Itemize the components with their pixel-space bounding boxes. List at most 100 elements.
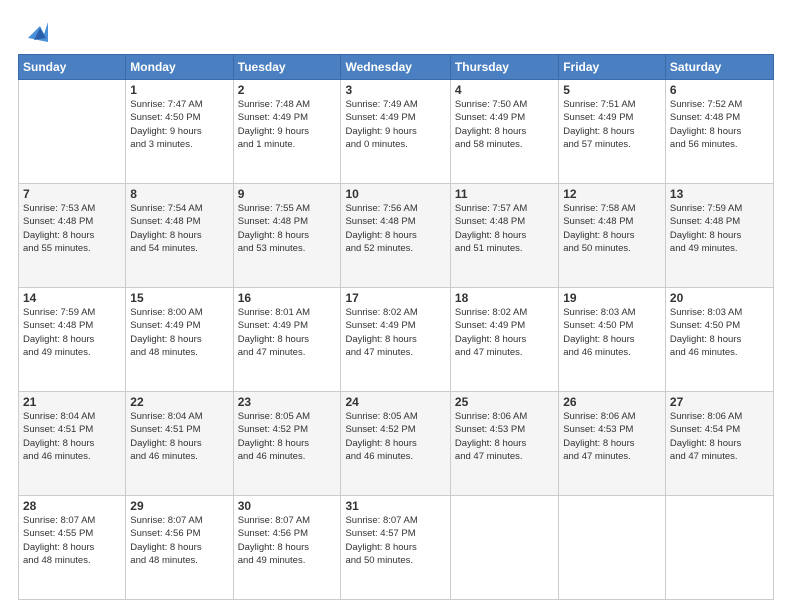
calendar-page: SundayMondayTuesdayWednesdayThursdayFrid… <box>0 0 792 612</box>
day-info: Sunrise: 8:05 AM Sunset: 4:52 PM Dayligh… <box>345 410 445 463</box>
day-info: Sunrise: 7:48 AM Sunset: 4:49 PM Dayligh… <box>238 98 337 151</box>
day-number: 18 <box>455 291 554 305</box>
day-number: 14 <box>23 291 121 305</box>
week-row-4: 21Sunrise: 8:04 AM Sunset: 4:51 PM Dayli… <box>19 392 774 496</box>
calendar-cell: 13Sunrise: 7:59 AM Sunset: 4:48 PM Dayli… <box>665 184 773 288</box>
calendar-cell: 19Sunrise: 8:03 AM Sunset: 4:50 PM Dayli… <box>559 288 666 392</box>
day-info: Sunrise: 8:07 AM Sunset: 4:55 PM Dayligh… <box>23 514 121 567</box>
day-number: 30 <box>238 499 337 513</box>
day-info: Sunrise: 7:52 AM Sunset: 4:48 PM Dayligh… <box>670 98 769 151</box>
day-number: 17 <box>345 291 445 305</box>
day-info: Sunrise: 7:56 AM Sunset: 4:48 PM Dayligh… <box>345 202 445 255</box>
calendar-cell: 31Sunrise: 8:07 AM Sunset: 4:57 PM Dayli… <box>341 496 450 600</box>
day-info: Sunrise: 7:59 AM Sunset: 4:48 PM Dayligh… <box>670 202 769 255</box>
calendar-cell: 22Sunrise: 8:04 AM Sunset: 4:51 PM Dayli… <box>126 392 233 496</box>
day-header-wednesday: Wednesday <box>341 55 450 80</box>
calendar-cell: 12Sunrise: 7:58 AM Sunset: 4:48 PM Dayli… <box>559 184 666 288</box>
calendar-cell: 27Sunrise: 8:06 AM Sunset: 4:54 PM Dayli… <box>665 392 773 496</box>
day-number: 19 <box>563 291 661 305</box>
day-info: Sunrise: 7:50 AM Sunset: 4:49 PM Dayligh… <box>455 98 554 151</box>
day-number: 23 <box>238 395 337 409</box>
day-number: 11 <box>455 187 554 201</box>
calendar-cell <box>665 496 773 600</box>
header <box>18 18 774 46</box>
calendar-cell: 23Sunrise: 8:05 AM Sunset: 4:52 PM Dayli… <box>233 392 341 496</box>
day-number: 15 <box>130 291 228 305</box>
day-number: 27 <box>670 395 769 409</box>
week-row-5: 28Sunrise: 8:07 AM Sunset: 4:55 PM Dayli… <box>19 496 774 600</box>
logo-icon <box>20 18 48 46</box>
day-info: Sunrise: 7:47 AM Sunset: 4:50 PM Dayligh… <box>130 98 228 151</box>
week-row-1: 1Sunrise: 7:47 AM Sunset: 4:50 PM Daylig… <box>19 80 774 184</box>
day-number: 21 <box>23 395 121 409</box>
calendar-cell: 6Sunrise: 7:52 AM Sunset: 4:48 PM Daylig… <box>665 80 773 184</box>
day-number: 8 <box>130 187 228 201</box>
calendar-cell: 9Sunrise: 7:55 AM Sunset: 4:48 PM Daylig… <box>233 184 341 288</box>
day-number: 7 <box>23 187 121 201</box>
day-number: 3 <box>345 83 445 97</box>
day-info: Sunrise: 8:03 AM Sunset: 4:50 PM Dayligh… <box>670 306 769 359</box>
day-number: 29 <box>130 499 228 513</box>
day-number: 22 <box>130 395 228 409</box>
calendar-cell: 11Sunrise: 7:57 AM Sunset: 4:48 PM Dayli… <box>450 184 558 288</box>
day-info: Sunrise: 7:58 AM Sunset: 4:48 PM Dayligh… <box>563 202 661 255</box>
calendar-cell: 16Sunrise: 8:01 AM Sunset: 4:49 PM Dayli… <box>233 288 341 392</box>
week-row-3: 14Sunrise: 7:59 AM Sunset: 4:48 PM Dayli… <box>19 288 774 392</box>
day-number: 20 <box>670 291 769 305</box>
day-number: 5 <box>563 83 661 97</box>
day-info: Sunrise: 8:06 AM Sunset: 4:53 PM Dayligh… <box>563 410 661 463</box>
day-number: 12 <box>563 187 661 201</box>
calendar-cell: 28Sunrise: 8:07 AM Sunset: 4:55 PM Dayli… <box>19 496 126 600</box>
day-info: Sunrise: 8:02 AM Sunset: 4:49 PM Dayligh… <box>455 306 554 359</box>
day-number: 1 <box>130 83 228 97</box>
calendar-cell: 18Sunrise: 8:02 AM Sunset: 4:49 PM Dayli… <box>450 288 558 392</box>
day-number: 28 <box>23 499 121 513</box>
day-number: 26 <box>563 395 661 409</box>
calendar-cell: 21Sunrise: 8:04 AM Sunset: 4:51 PM Dayli… <box>19 392 126 496</box>
calendar-cell: 25Sunrise: 8:06 AM Sunset: 4:53 PM Dayli… <box>450 392 558 496</box>
calendar-cell <box>559 496 666 600</box>
day-number: 13 <box>670 187 769 201</box>
day-info: Sunrise: 8:07 AM Sunset: 4:56 PM Dayligh… <box>130 514 228 567</box>
days-header-row: SundayMondayTuesdayWednesdayThursdayFrid… <box>19 55 774 80</box>
day-header-monday: Monday <box>126 55 233 80</box>
calendar-cell: 29Sunrise: 8:07 AM Sunset: 4:56 PM Dayli… <box>126 496 233 600</box>
day-header-friday: Friday <box>559 55 666 80</box>
day-info: Sunrise: 8:07 AM Sunset: 4:57 PM Dayligh… <box>345 514 445 567</box>
calendar-cell: 24Sunrise: 8:05 AM Sunset: 4:52 PM Dayli… <box>341 392 450 496</box>
calendar-cell: 7Sunrise: 7:53 AM Sunset: 4:48 PM Daylig… <box>19 184 126 288</box>
day-info: Sunrise: 8:06 AM Sunset: 4:54 PM Dayligh… <box>670 410 769 463</box>
day-info: Sunrise: 7:51 AM Sunset: 4:49 PM Dayligh… <box>563 98 661 151</box>
day-header-tuesday: Tuesday <box>233 55 341 80</box>
day-info: Sunrise: 7:55 AM Sunset: 4:48 PM Dayligh… <box>238 202 337 255</box>
logo <box>18 22 48 46</box>
day-number: 31 <box>345 499 445 513</box>
day-number: 24 <box>345 395 445 409</box>
calendar-cell: 15Sunrise: 8:00 AM Sunset: 4:49 PM Dayli… <box>126 288 233 392</box>
calendar-cell: 4Sunrise: 7:50 AM Sunset: 4:49 PM Daylig… <box>450 80 558 184</box>
calendar-table: SundayMondayTuesdayWednesdayThursdayFrid… <box>18 54 774 600</box>
day-info: Sunrise: 7:54 AM Sunset: 4:48 PM Dayligh… <box>130 202 228 255</box>
day-header-saturday: Saturday <box>665 55 773 80</box>
day-header-thursday: Thursday <box>450 55 558 80</box>
day-number: 6 <box>670 83 769 97</box>
day-number: 4 <box>455 83 554 97</box>
calendar-cell: 5Sunrise: 7:51 AM Sunset: 4:49 PM Daylig… <box>559 80 666 184</box>
day-info: Sunrise: 8:04 AM Sunset: 4:51 PM Dayligh… <box>130 410 228 463</box>
calendar-cell: 26Sunrise: 8:06 AM Sunset: 4:53 PM Dayli… <box>559 392 666 496</box>
calendar-cell: 10Sunrise: 7:56 AM Sunset: 4:48 PM Dayli… <box>341 184 450 288</box>
week-row-2: 7Sunrise: 7:53 AM Sunset: 4:48 PM Daylig… <box>19 184 774 288</box>
day-info: Sunrise: 7:53 AM Sunset: 4:48 PM Dayligh… <box>23 202 121 255</box>
day-number: 9 <box>238 187 337 201</box>
day-info: Sunrise: 8:03 AM Sunset: 4:50 PM Dayligh… <box>563 306 661 359</box>
day-info: Sunrise: 8:01 AM Sunset: 4:49 PM Dayligh… <box>238 306 337 359</box>
calendar-cell: 8Sunrise: 7:54 AM Sunset: 4:48 PM Daylig… <box>126 184 233 288</box>
day-number: 2 <box>238 83 337 97</box>
day-info: Sunrise: 8:04 AM Sunset: 4:51 PM Dayligh… <box>23 410 121 463</box>
calendar-cell <box>19 80 126 184</box>
calendar-cell: 3Sunrise: 7:49 AM Sunset: 4:49 PM Daylig… <box>341 80 450 184</box>
day-header-sunday: Sunday <box>19 55 126 80</box>
day-info: Sunrise: 7:57 AM Sunset: 4:48 PM Dayligh… <box>455 202 554 255</box>
day-info: Sunrise: 8:02 AM Sunset: 4:49 PM Dayligh… <box>345 306 445 359</box>
day-info: Sunrise: 7:49 AM Sunset: 4:49 PM Dayligh… <box>345 98 445 151</box>
